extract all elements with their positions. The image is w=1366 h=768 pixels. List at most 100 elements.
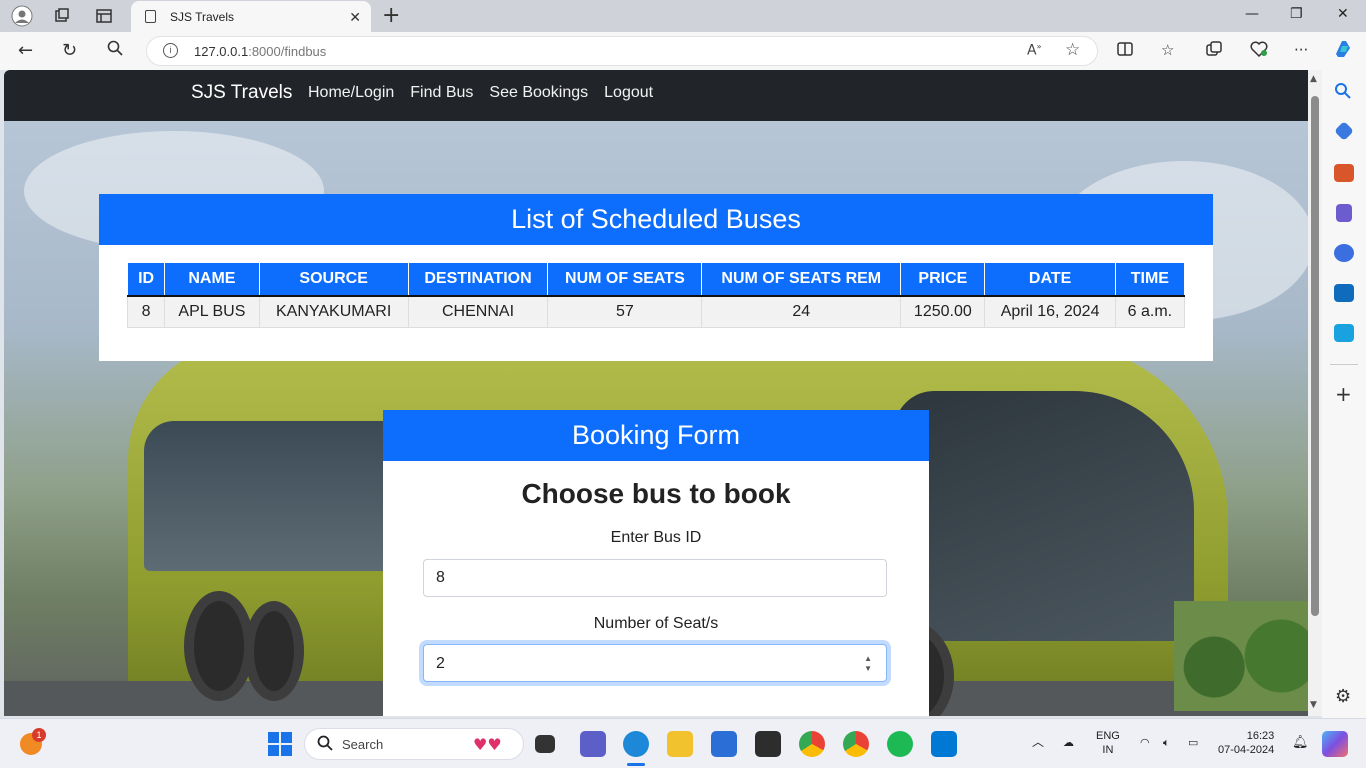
cell-date: April 16, 2024 <box>984 295 1116 328</box>
booking-subtitle: Choose bus to book <box>521 478 791 509</box>
start-icon[interactable] <box>267 731 293 757</box>
bus-id-input[interactable]: 8 <box>423 559 887 597</box>
nav-home-login[interactable]: Home/Login <box>308 84 394 102</box>
copilot-taskbar-icon[interactable] <box>1322 731 1348 757</box>
search-icon[interactable] <box>107 40 123 60</box>
language-indicator[interactable]: ENG IN <box>1096 729 1120 757</box>
clock[interactable]: 16:23 07-04-2024 <box>1218 729 1274 757</box>
site-navbar: SJS Travels Home/Login Find Bus See Book… <box>4 70 1308 121</box>
col-seats-rem: NUM OF SEATS REM <box>701 262 902 296</box>
page-scrollbar[interactable]: ▲ ▼ <box>1308 70 1322 716</box>
games-icon[interactable] <box>1336 204 1352 222</box>
bus-id-value: 8 <box>436 569 445 586</box>
col-id: ID <box>126 262 166 296</box>
browser-tab-bar: SJS Travels ✕ + — ❐ ✕ <box>0 0 1366 32</box>
page-viewport: SJS Travels Home/Login Find Bus See Book… <box>4 70 1308 716</box>
add-sidebar-app-icon[interactable]: + <box>1335 382 1352 406</box>
notifications-bell-icon[interactable]: 🔔︎ <box>1292 735 1309 749</box>
volume-icon[interactable]: 🔈︎ <box>1163 736 1170 750</box>
new-tab-icon[interactable]: + <box>382 3 400 28</box>
col-source: SOURCE <box>258 262 409 296</box>
cell-num-seats: 57 <box>547 295 703 328</box>
battery-icon[interactable]: ▭ <box>1188 736 1198 750</box>
nav-see-bookings[interactable]: See Bookings <box>489 84 588 102</box>
terminal-icon[interactable] <box>755 731 781 757</box>
restore-icon[interactable]: ❐ <box>1290 6 1303 22</box>
browser-essentials-icon[interactable] <box>1250 41 1268 61</box>
chrome-icon[interactable] <box>799 731 825 757</box>
taskbar-search[interactable]: Search ♥♥ <box>304 728 524 760</box>
nav-find-bus[interactable]: Find Bus <box>410 84 473 102</box>
refresh-icon[interactable]: ↻ <box>62 40 77 61</box>
back-icon[interactable]: ← <box>18 40 33 61</box>
profile-icon[interactable] <box>10 5 34 27</box>
table-row: 8 APL BUS KANYAKUMARI CHENNAI 57 24 1250… <box>126 295 1186 328</box>
site-brand[interactable]: SJS Travels <box>191 82 292 104</box>
sidebar-search-icon[interactable] <box>1334 82 1354 100</box>
lang-top: ENG <box>1096 730 1120 742</box>
store-icon[interactable] <box>711 731 737 757</box>
seats-stepper[interactable]: ▲ ▼ <box>864 654 872 674</box>
show-hidden-icons[interactable]: ︿ <box>1032 735 1044 749</box>
spotify-icon[interactable] <box>887 731 913 757</box>
workspaces-icon[interactable] <box>50 5 74 27</box>
vscode-icon[interactable] <box>931 731 957 757</box>
shopping-tag-icon[interactable] <box>1334 121 1354 141</box>
drop-icon[interactable] <box>1334 324 1354 342</box>
microsoft365-icon[interactable] <box>1334 244 1354 262</box>
scroll-up-icon[interactable]: ▲ <box>1310 74 1317 84</box>
teams-icon[interactable] <box>580 731 606 757</box>
lang-bottom: IN <box>1102 744 1114 756</box>
col-time: TIME <box>1114 262 1186 296</box>
seats-input[interactable]: 2 ▲ ▼ <box>423 644 887 682</box>
onedrive-icon[interactable]: ☁ <box>1063 736 1074 750</box>
nav-logout[interactable]: Logout <box>604 84 653 102</box>
search-highlight-icon: ♥♥ <box>473 735 502 754</box>
close-tab-icon[interactable]: ✕ <box>349 9 361 26</box>
cell-id: 8 <box>126 295 166 328</box>
search-glass-icon <box>317 735 333 755</box>
col-destination: DESTINATION <box>407 262 549 296</box>
site-info-icon[interactable]: i <box>163 43 178 58</box>
col-price: PRICE <box>900 262 986 296</box>
tools-icon[interactable] <box>1334 164 1354 182</box>
nav-links: Home/Login Find Bus See Bookings Logout <box>308 84 653 102</box>
cell-time: 6 a.m. <box>1114 295 1186 328</box>
bus-id-label: Enter Bus ID <box>610 529 702 546</box>
cell-seats-rem: 24 <box>701 295 902 328</box>
url-path: :8000/findbus <box>248 44 327 59</box>
favorite-star-icon[interactable]: ☆ <box>1065 40 1080 60</box>
close-window-icon[interactable]: ✕ <box>1337 6 1349 22</box>
wifi-icon[interactable]: ◠ <box>1140 736 1150 750</box>
url-host: 127.0.0.1 <box>194 44 249 59</box>
tab-title: SJS Travels <box>170 9 235 24</box>
scroll-thumb[interactable] <box>1311 96 1319 616</box>
seats-value: 2 <box>436 655 445 672</box>
clock-time: 16:23 <box>1246 730 1275 742</box>
minimize-icon[interactable]: — <box>1245 6 1259 22</box>
favorites-icon[interactable]: ☆ <box>1161 41 1174 59</box>
clock-date: 07-04-2024 <box>1218 744 1275 756</box>
task-view-icon[interactable] <box>535 735 555 753</box>
col-name: NAME <box>164 262 260 296</box>
edge-taskbar-icon[interactable] <box>623 731 649 757</box>
url-field[interactable]: i 127.0.0.1:8000/findbus A» ☆ <box>146 36 1098 66</box>
file-explorer-icon[interactable] <box>667 731 693 757</box>
scroll-down-icon[interactable]: ▼ <box>1310 700 1317 710</box>
read-aloud-icon[interactable]: A» <box>1027 42 1041 59</box>
copilot-icon[interactable] <box>1332 38 1354 64</box>
booking-form-title: Booking Form <box>383 410 929 461</box>
vertical-tabs-icon[interactable] <box>92 5 116 27</box>
cell-destination: CHENNAI <box>407 295 549 328</box>
more-options-icon[interactable]: ··· <box>1294 41 1308 59</box>
collections-icon[interactable] <box>1206 41 1222 61</box>
split-screen-icon[interactable] <box>1117 41 1133 61</box>
edge-sidebar: + ⚙ <box>1322 70 1366 718</box>
outlook-icon[interactable] <box>1334 284 1354 302</box>
sidebar-settings-icon[interactable]: ⚙ <box>1335 686 1351 707</box>
active-tab[interactable]: SJS Travels ✕ <box>131 1 371 32</box>
scheduled-buses-card: List of Scheduled Buses ID NAME SOURCE D… <box>99 194 1213 361</box>
table-header-row: ID NAME SOURCE DESTINATION NUM OF SEATS … <box>126 262 1186 296</box>
chrome-profile-icon[interactable] <box>843 731 869 757</box>
cell-price: 1250.00 <box>900 295 986 328</box>
